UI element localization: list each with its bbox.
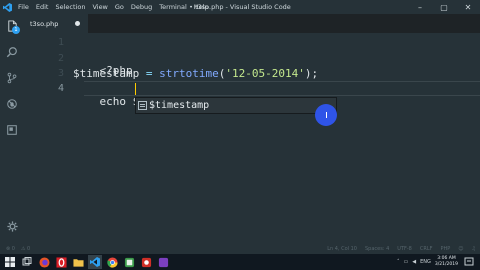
line-number: 1 bbox=[57, 37, 64, 48]
function-token: strtotime bbox=[159, 67, 219, 80]
vscode-taskbar-icon[interactable] bbox=[88, 255, 102, 269]
search-icon[interactable] bbox=[0, 42, 24, 62]
extensions-icon[interactable] bbox=[0, 120, 24, 140]
menu-edit[interactable]: Edit bbox=[36, 3, 49, 11]
tab-bar: t3so.php bbox=[24, 14, 480, 33]
gear-icon[interactable] bbox=[0, 218, 24, 234]
line-number: 2 bbox=[57, 53, 64, 64]
line-number: 3 bbox=[57, 68, 64, 79]
line-number: 4 bbox=[57, 83, 64, 94]
smiley-icon[interactable]: ☺ bbox=[458, 246, 463, 252]
language-indicator[interactable]: ENG bbox=[420, 259, 431, 265]
autocomplete-popup: $timestamp bbox=[135, 97, 337, 114]
clock-date: 3/21/2019 bbox=[434, 262, 458, 267]
menu-view[interactable]: View bbox=[92, 3, 107, 11]
network-icon[interactable]: ▭ bbox=[404, 259, 409, 265]
task-view-icon[interactable] bbox=[20, 255, 34, 269]
tab-label: t3so.php bbox=[30, 19, 59, 28]
cursor-position[interactable]: Ln 4, Col 10 bbox=[327, 246, 357, 252]
opera-icon[interactable] bbox=[54, 255, 68, 269]
app-icon[interactable] bbox=[156, 255, 170, 269]
bell-icon[interactable]: ♫ bbox=[472, 246, 476, 252]
variable-token: $timestamp bbox=[73, 67, 140, 80]
menu-selection[interactable]: Selection bbox=[55, 3, 85, 11]
system-tray: ˄ ▭ ◀ ENG 3:06 AM 3/21/2019 bbox=[397, 254, 458, 270]
language-mode[interactable]: PHP bbox=[441, 246, 451, 252]
notification-icon[interactable] bbox=[464, 257, 476, 267]
unsaved-badge: 1 bbox=[12, 26, 20, 34]
firefox-icon[interactable] bbox=[37, 255, 51, 269]
file-explorer-icon[interactable] bbox=[71, 255, 85, 269]
code-line-3: $timestamp = strtotime('12-05-2014'); bbox=[73, 67, 318, 80]
menu-help[interactable]: Help bbox=[194, 3, 209, 11]
status-left: ⊗ 0 ⚠ 0 bbox=[6, 246, 30, 252]
status-bar: ⊗ 0 ⚠ 0 Ln 4, Col 10 Spaces: 4 UTF-8 CRL… bbox=[0, 244, 480, 254]
indentation[interactable]: Spaces: 4 bbox=[365, 246, 389, 252]
minimize-button[interactable]: – bbox=[408, 0, 432, 14]
unsaved-dot-icon[interactable] bbox=[75, 21, 80, 26]
variable-kind-icon bbox=[138, 101, 147, 110]
line-ending[interactable]: CRLF bbox=[420, 246, 433, 252]
suggestion-label: $timestamp bbox=[149, 100, 210, 111]
clock[interactable]: 3:06 AM 3/21/2019 bbox=[435, 256, 458, 268]
text-cursor bbox=[135, 83, 136, 95]
encoding[interactable]: UTF-8 bbox=[397, 246, 412, 252]
mouse-pointer-highlight bbox=[315, 104, 337, 126]
volume-icon[interactable]: ◀ bbox=[412, 259, 416, 265]
maximize-button[interactable]: ▢ bbox=[432, 0, 456, 14]
activity-bar: 1 bbox=[0, 14, 24, 244]
windows-taskbar: ˄ ▭ ◀ ENG 3:06 AM 3/21/2019 bbox=[0, 254, 480, 270]
files-icon[interactable]: 1 bbox=[0, 16, 24, 36]
tab-t3so-php[interactable]: t3so.php bbox=[24, 14, 88, 33]
autocomplete-item[interactable]: $timestamp bbox=[136, 98, 336, 113]
warning-count[interactable]: ⚠ 0 bbox=[21, 246, 30, 252]
menu-debug[interactable]: Debug bbox=[131, 3, 152, 11]
status-right: Ln 4, Col 10 Spaces: 4 UTF-8 CRLF PHP ☺ … bbox=[327, 244, 476, 254]
vscode-logo-icon bbox=[0, 0, 14, 14]
code-editor[interactable]: 1 2 3 4 <?php $timestamp = strtotime('12… bbox=[24, 33, 480, 244]
ibeam-cursor-icon bbox=[325, 112, 327, 118]
paren-token: ); bbox=[304, 67, 319, 80]
app-icon[interactable] bbox=[139, 255, 153, 269]
app-icon[interactable] bbox=[122, 255, 136, 269]
menu-go[interactable]: Go bbox=[115, 3, 124, 11]
windows-start-icon[interactable] bbox=[3, 255, 17, 269]
chevron-up-icon[interactable]: ˄ bbox=[397, 259, 400, 265]
window-controls: – ▢ ✕ bbox=[408, 0, 480, 14]
chrome-icon[interactable] bbox=[105, 255, 119, 269]
menu-file[interactable]: File bbox=[18, 3, 29, 11]
source-control-icon[interactable] bbox=[0, 68, 24, 88]
debug-icon[interactable] bbox=[0, 94, 24, 114]
operator-token: = bbox=[139, 67, 160, 80]
title-bar: File Edit Selection View Go Debug Termin… bbox=[0, 0, 480, 14]
menu-terminal[interactable]: Terminal bbox=[159, 3, 186, 11]
menu-bar: File Edit Selection View Go Debug Termin… bbox=[18, 3, 209, 11]
string-token: '12-05-2014' bbox=[225, 67, 305, 80]
error-count[interactable]: ⊗ 0 bbox=[6, 246, 15, 252]
close-button[interactable]: ✕ bbox=[456, 0, 480, 14]
